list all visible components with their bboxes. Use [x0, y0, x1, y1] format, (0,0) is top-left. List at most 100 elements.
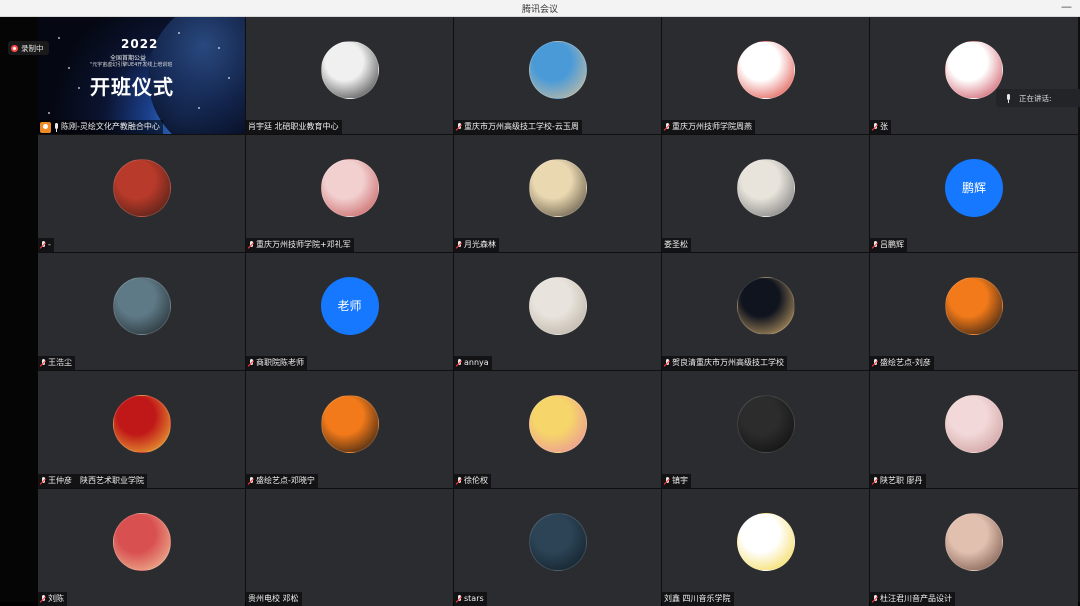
avatar [528, 40, 587, 99]
participant-tile[interactable]: 月光森林 [454, 135, 661, 252]
participant-name: 重庆万州技师学院+邓礼军 [256, 240, 351, 249]
participant-name-tag: 张 [870, 120, 891, 134]
participant-tile[interactable]: 肖宇廷 北碚职业教育中心 [246, 17, 453, 134]
speaking-indicator: 正在讲话: [996, 89, 1080, 107]
participant-tile[interactable]: 刘陈 [38, 489, 245, 606]
microphone-icon [53, 122, 59, 132]
participant-tile[interactable]: 徐伦权 [454, 371, 661, 488]
participant-tile[interactable]: stars [454, 489, 661, 606]
avatar [528, 394, 587, 453]
avatar: 鹏辉 [945, 158, 1003, 217]
avatar [112, 276, 171, 335]
muted-microphone-icon [456, 240, 462, 250]
star-decoration [228, 77, 230, 79]
participant-tile[interactable]: - [38, 135, 245, 252]
participant-tile[interactable]: annya [454, 253, 661, 370]
participant-tile[interactable]: 盛绘艺点-刘彦 [870, 253, 1078, 370]
participant-name: 徐伦权 [464, 476, 488, 485]
recording-indicator[interactable]: 录制中 [8, 41, 49, 55]
participant-tile[interactable]: 刘鑫 四川音乐学院 [662, 489, 869, 606]
avatar [112, 394, 171, 453]
participant-tile[interactable]: 王仲彦 陕西艺术职业学院 [38, 371, 245, 488]
participant-name: 王仲彦 陕西艺术职业学院 [48, 476, 144, 485]
star-decoration [58, 37, 60, 39]
avatar [945, 512, 1003, 571]
minimize-button[interactable]: — [1061, 0, 1072, 14]
participant-tile[interactable]: 王浩尘 [38, 253, 245, 370]
participant-name-tag: 盛绘艺点-邓晓宁 [246, 474, 318, 488]
participant-name: 吕鹏辉 [880, 240, 904, 249]
participant-name-tag: 镇宇 [662, 474, 691, 488]
star-decoration [218, 47, 220, 49]
recording-label: 录制中 [21, 43, 44, 53]
avatar [528, 512, 587, 571]
participant-tile[interactable]: 娄圣松 [662, 135, 869, 252]
participant-name-tag: 月光森林 [454, 238, 499, 252]
participant-name: 盛绘艺点-刘彦 [880, 358, 931, 367]
participant-tile[interactable]: 杜汪君川音产品设计 [870, 489, 1078, 606]
participant-name-tag: 王仲彦 陕西艺术职业学院 [38, 474, 147, 488]
avatar [945, 40, 1003, 99]
participant-name-tag: 重庆万州技师学院+邓礼军 [246, 238, 354, 252]
avatar [320, 158, 379, 217]
star-decoration [78, 87, 80, 89]
muted-microphone-icon [248, 240, 254, 250]
participant-name: 陈刚-灵绘文化产教融合中心 [61, 122, 160, 131]
participant-name: 商职院陈老师 [256, 358, 304, 367]
participant-video-grid: 2022 全国首期公益 "元宇宙虚幻引擎UE4开发线上培训班 开班仪式 陈刚-灵绘文化产… [38, 17, 1080, 606]
participant-tile[interactable]: 张 [870, 17, 1078, 134]
participant-name: - [48, 240, 51, 249]
participant-name-tag: 商职院陈老师 [246, 356, 307, 370]
participant-tile[interactable]: 陕艺职 廖丹 [870, 371, 1078, 488]
microphone-icon [1005, 93, 1011, 103]
participant-name-tag: 娄圣松 [662, 238, 691, 252]
participant-tile[interactable]: 重庆万州技师学院周燕 [662, 17, 869, 134]
participant-name-tag: 王浩尘 [38, 356, 75, 370]
participant-name-tag: 徐伦权 [454, 474, 491, 488]
muted-microphone-icon [248, 358, 254, 368]
participant-name: 贵州电校 邓松 [248, 594, 299, 603]
participant-name: 刘鑫 四川音乐学院 [664, 594, 731, 603]
muted-microphone-icon [456, 594, 462, 604]
participant-tile[interactable]: 重庆市万州高级技工学校-云玉周 [454, 17, 661, 134]
participant-name: 重庆市万州高级技工学校-云玉周 [464, 122, 579, 131]
avatar [736, 276, 795, 335]
participant-name-tag: - [38, 238, 54, 252]
muted-microphone-icon [456, 476, 462, 486]
muted-microphone-icon [872, 594, 878, 604]
avatar [320, 394, 379, 453]
participant-name-tag: 贵州电校 邓松 [246, 592, 302, 606]
participant-name: 杜汪君川音产品设计 [880, 594, 952, 603]
participant-tile[interactable]: 老师 商职院陈老师 [246, 253, 453, 370]
participant-name-tag: annya [454, 356, 492, 370]
participant-tile[interactable]: 鹏辉吕鹏辉 [870, 135, 1078, 252]
avatar [736, 394, 795, 453]
muted-microphone-icon [872, 122, 878, 132]
muted-microphone-icon [40, 594, 46, 604]
participant-tile[interactable]: 贺良清重庆市万州高级技工学校 [662, 253, 869, 370]
participant-name: 肖宇廷 北碚职业教育中心 [248, 122, 339, 131]
avatar [112, 512, 171, 571]
window-titlebar: 腾讯会议 — [0, 0, 1080, 17]
participant-tile[interactable]: 镇宇 [662, 371, 869, 488]
participant-name: 娄圣松 [664, 240, 688, 249]
participant-name: 陕艺职 廖丹 [880, 476, 923, 485]
participant-name: 刘陈 [48, 594, 64, 603]
participant-name: stars [464, 594, 484, 603]
participant-tile[interactable]: 重庆万州技师学院+邓礼军 [246, 135, 453, 252]
participant-name: 王浩尘 [48, 358, 72, 367]
muted-microphone-icon [248, 476, 254, 486]
muted-microphone-icon [872, 358, 878, 368]
star-decoration [68, 67, 70, 69]
participant-name: 重庆万州技师学院周燕 [672, 122, 752, 131]
participant-name-tag: 陕艺职 廖丹 [870, 474, 926, 488]
shared-headline: 开班仪式 [90, 75, 174, 99]
participant-name: 张 [880, 122, 888, 131]
participant-tile[interactable]: 盛绘艺点-邓晓宁 [246, 371, 453, 488]
participant-tile[interactable]: 贵州电校 邓松 [246, 489, 453, 606]
shared-year: 2022 [121, 37, 159, 51]
participant-name-tag: stars [454, 592, 487, 606]
participant-name: annya [464, 358, 489, 367]
participant-tile[interactable]: 2022 全国首期公益 "元宇宙虚幻引擎UE4开发线上培训班 开班仪式 陈刚-灵绘文化产… [38, 17, 245, 134]
star-decoration [48, 112, 50, 114]
